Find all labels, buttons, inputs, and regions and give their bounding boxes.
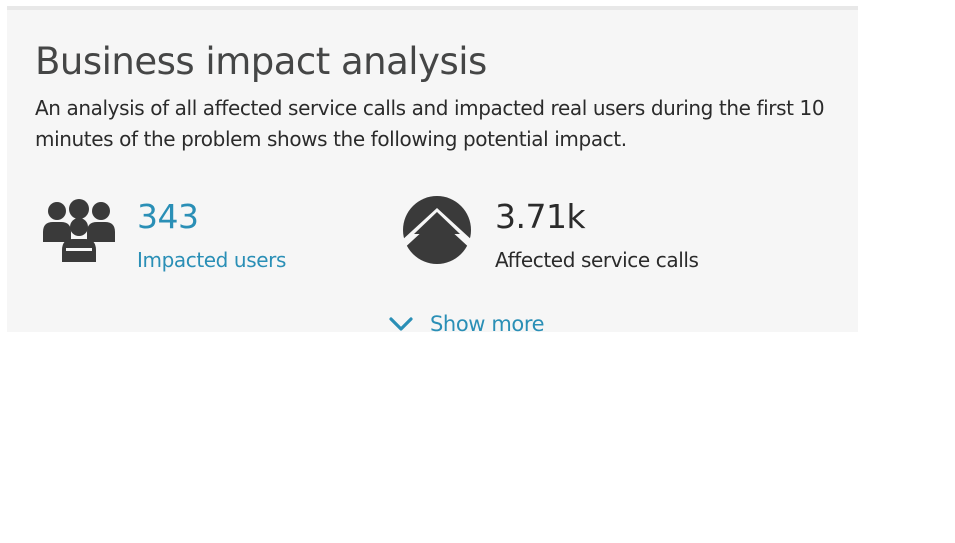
show-more-label[interactable]: Show more: [430, 312, 545, 336]
chevron-down-icon: [389, 317, 413, 331]
impacted-users-value[interactable]: 343: [137, 197, 199, 236]
service-calls-icon: [402, 196, 472, 264]
affected-service-calls-metric: 3.71k Affected service calls: [402, 194, 762, 274]
impacted-users-label[interactable]: Impacted users: [137, 248, 286, 272]
card-top-edge: [7, 6, 858, 10]
card-description: An analysis of all affected service call…: [35, 96, 825, 151]
show-more-button[interactable]: Show more: [388, 309, 545, 339]
users-group-icon: [43, 199, 115, 262]
business-impact-card: Business impact analysis An analysis of …: [7, 6, 858, 336]
impacted-users-metric[interactable]: 343 Impacted users: [39, 194, 339, 274]
page: Business impact analysis An analysis of …: [0, 0, 955, 543]
affected-service-calls-value: 3.71k: [495, 197, 586, 236]
affected-service-calls-label: Affected service calls: [495, 248, 699, 272]
card-title: Business impact analysis: [35, 40, 487, 83]
